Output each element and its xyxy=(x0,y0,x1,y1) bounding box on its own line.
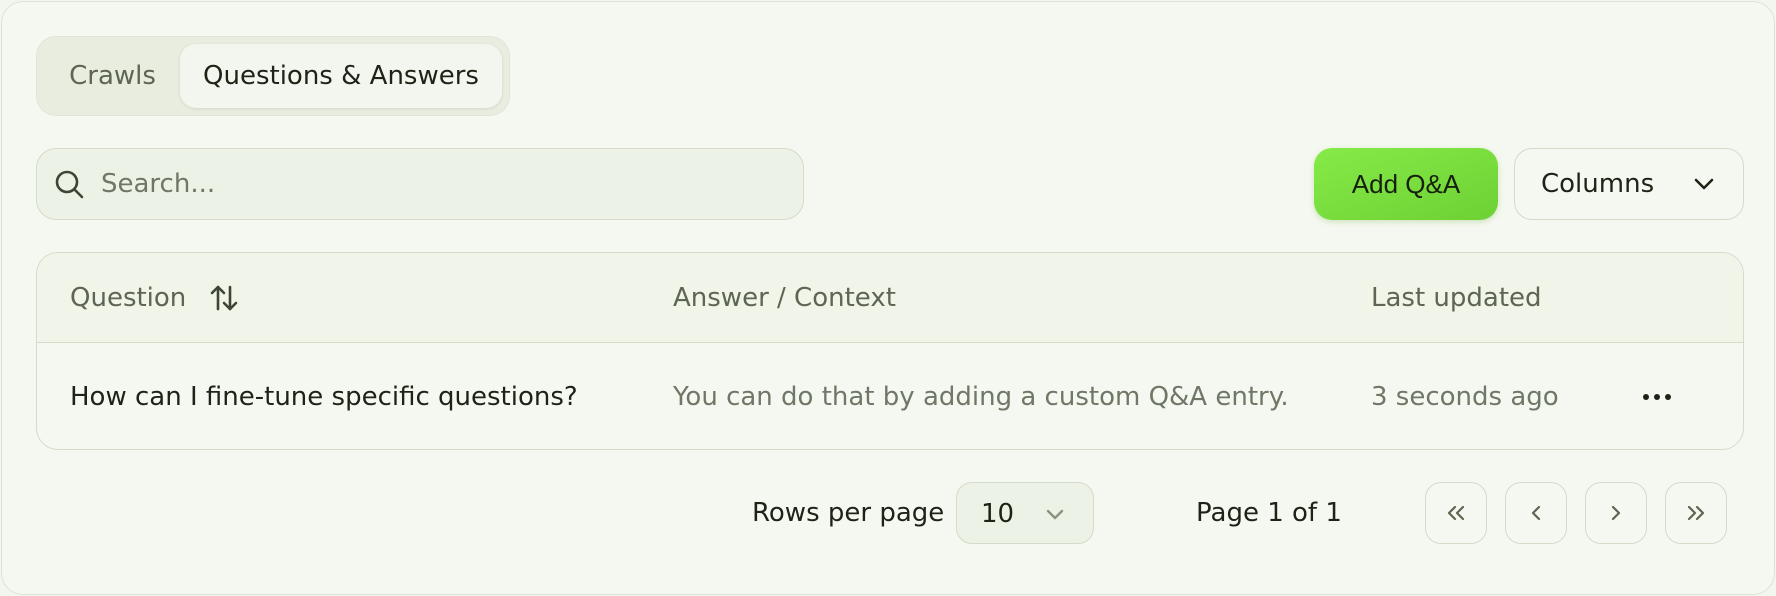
cell-last-updated: 3 seconds ago xyxy=(1371,382,1559,412)
row-actions-button[interactable] xyxy=(1637,377,1677,417)
first-page-button[interactable] xyxy=(1425,482,1487,544)
page-info: Page 1 of 1 xyxy=(1196,498,1342,528)
chevron-right-icon xyxy=(1611,505,1621,521)
columns-label: Columns xyxy=(1541,169,1655,199)
add-qa-button[interactable]: Add Q&A xyxy=(1314,148,1498,220)
chevrons-right-icon xyxy=(1687,505,1705,521)
search-input[interactable] xyxy=(101,149,791,219)
chevron-down-icon xyxy=(1694,178,1714,190)
chevron-down-icon xyxy=(1046,509,1064,520)
next-page-button[interactable] xyxy=(1585,482,1647,544)
qa-panel: Crawls Questions & Answers Add Q&A Colum… xyxy=(1,1,1775,595)
cell-question: How can I fine-tune specific questions? xyxy=(70,382,578,412)
header-question: Question xyxy=(70,253,240,343)
previous-page-button[interactable] xyxy=(1505,482,1567,544)
chevron-left-icon xyxy=(1531,505,1541,521)
sort-icon[interactable] xyxy=(208,282,240,314)
qa-table: Question Answer / Context Last updated H… xyxy=(36,252,1744,450)
search-icon xyxy=(55,170,84,199)
cell-answer: You can do that by adding a custom Q&A e… xyxy=(673,382,1289,412)
chevrons-left-icon xyxy=(1447,505,1465,521)
search-box xyxy=(36,148,804,220)
tab-questions-answers[interactable]: Questions & Answers xyxy=(180,44,502,108)
tab-bar: Crawls Questions & Answers xyxy=(36,36,510,116)
header-answer: Answer / Context xyxy=(673,283,896,313)
more-horizontal-icon xyxy=(1643,394,1671,400)
header-question-label: Question xyxy=(70,283,187,313)
columns-dropdown-button[interactable]: Columns xyxy=(1514,148,1744,220)
tab-crawls[interactable]: Crawls xyxy=(45,44,180,108)
rows-per-page-label: Rows per page xyxy=(752,498,945,528)
rows-per-page-value: 10 xyxy=(981,499,1015,529)
header-last-updated: Last updated xyxy=(1371,283,1542,313)
rows-per-page-select[interactable]: 10 xyxy=(956,482,1094,544)
table-header: Question Answer / Context Last updated xyxy=(37,253,1743,343)
table-row[interactable]: How can I fine-tune specific questions? … xyxy=(37,343,1743,449)
last-page-button[interactable] xyxy=(1665,482,1727,544)
